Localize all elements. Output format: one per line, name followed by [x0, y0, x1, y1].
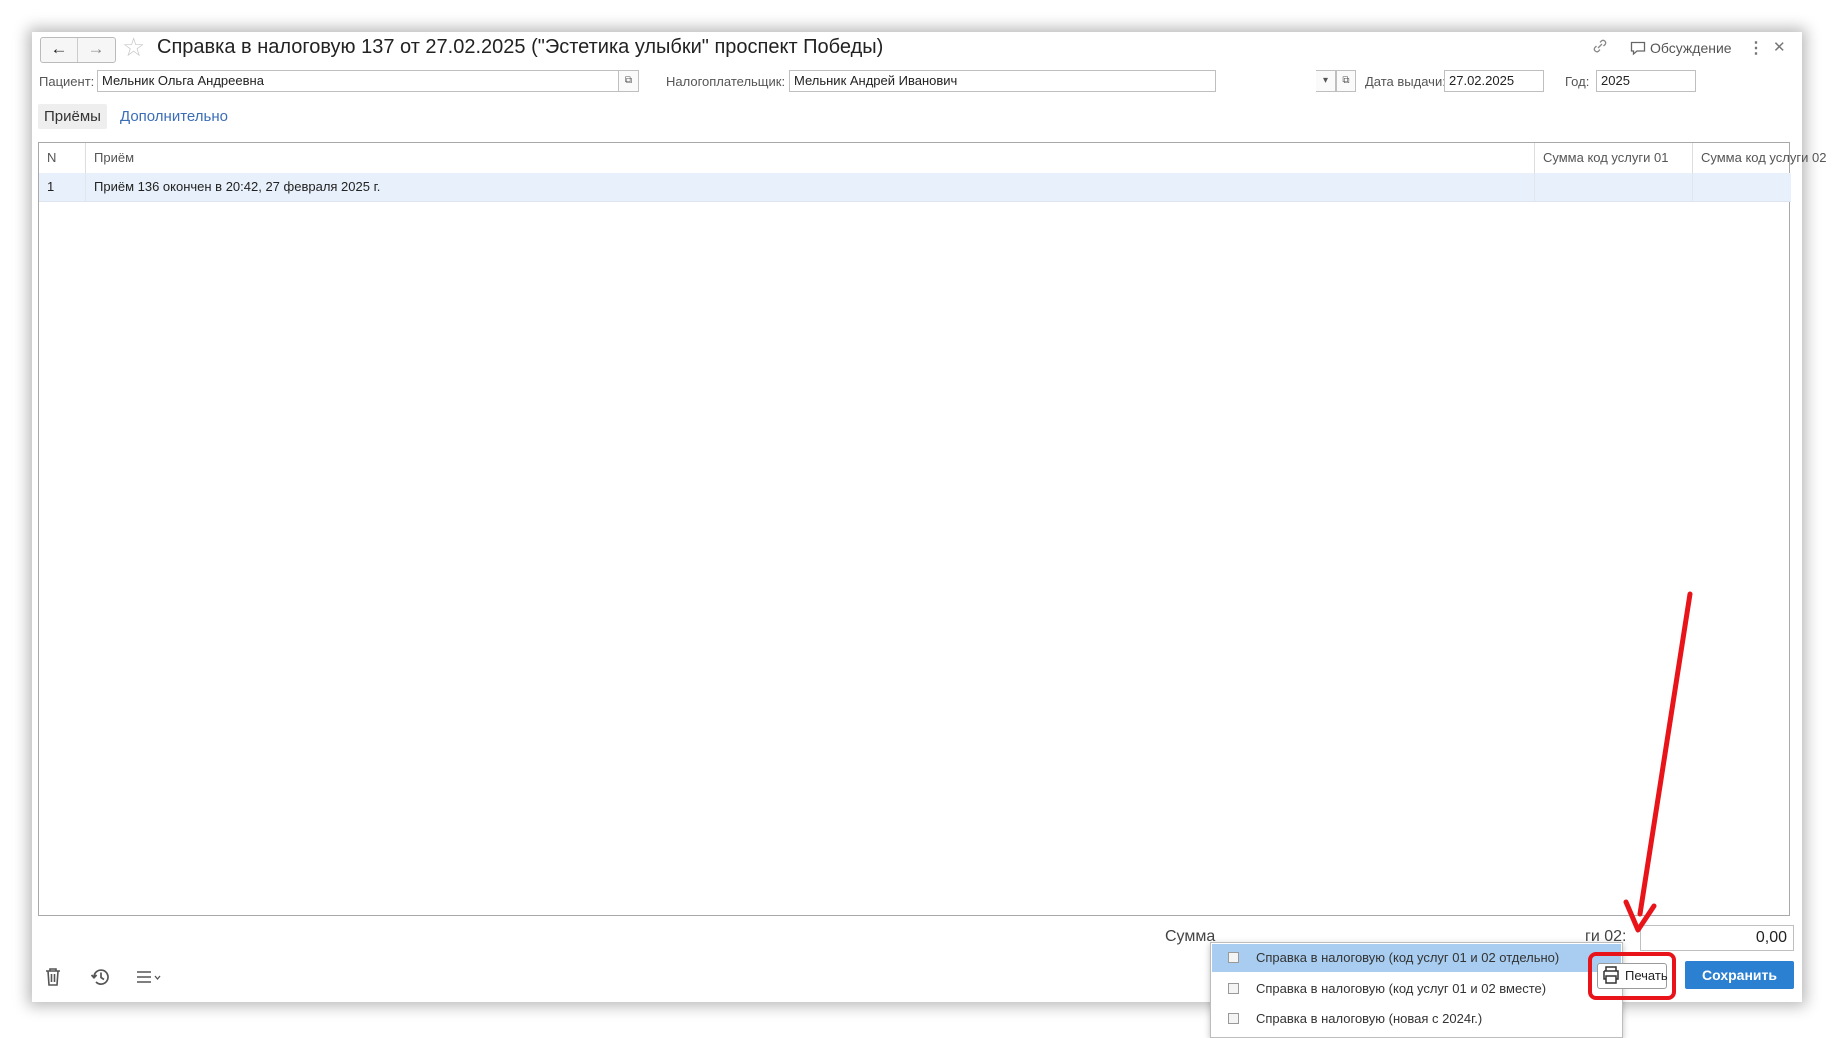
red-arrow-annotation — [1623, 591, 1693, 933]
